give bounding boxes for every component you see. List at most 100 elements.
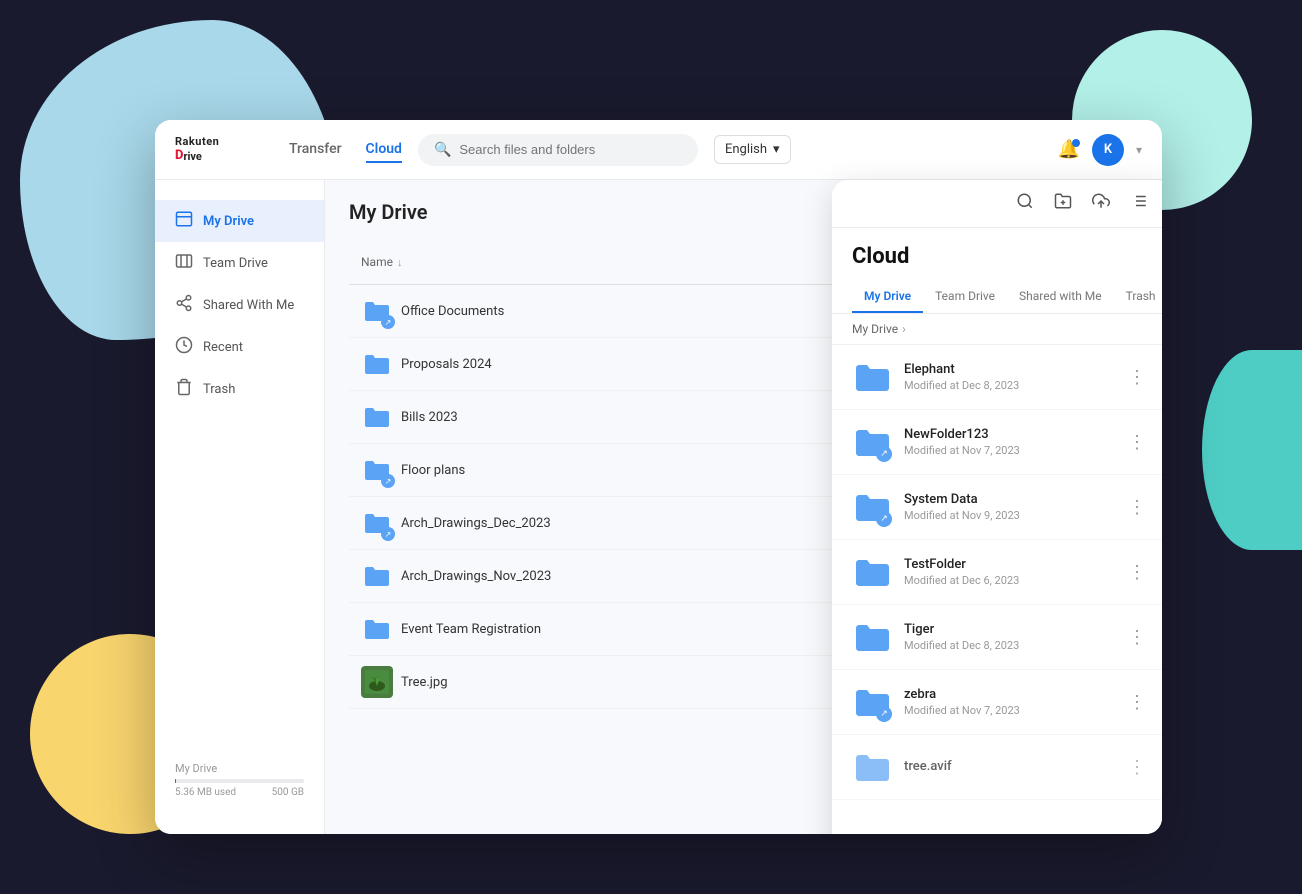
cloud-folder-icon [852, 617, 892, 657]
header: Rakuten Drive Transfer Cloud 🔍 English ▾… [155, 120, 1162, 180]
share-badge-icon: ↗ [381, 315, 395, 329]
cloud-items-list: Elephant Modified at Dec 8, 2023 ⋮ ↗ New… [832, 345, 1162, 834]
share-badge-icon: ↗ [381, 527, 395, 541]
bg-blob-green [1202, 350, 1302, 550]
logo-top: Rakuten [175, 135, 219, 148]
cloud-item-more-button[interactable]: ⋮ [1122, 495, 1152, 520]
cloud-upload-button[interactable] [1088, 188, 1114, 219]
cloud-item-more-button[interactable]: ⋮ [1122, 625, 1152, 650]
cloud-new-folder-button[interactable] [1050, 188, 1076, 219]
list-item[interactable]: ↗ System Data Modified at Nov 9, 2023 ⋮ [832, 475, 1162, 540]
cloud-sort-button[interactable] [1126, 188, 1152, 219]
list-item[interactable]: tree.avif ⋮ [832, 735, 1162, 800]
avatar[interactable]: K [1092, 134, 1124, 166]
share-badge-icon: ↗ [876, 706, 892, 722]
sidebar-item-recent[interactable]: Recent [155, 326, 324, 368]
list-item[interactable]: ↗ zebra Modified at Nov 7, 2023 ⋮ [832, 670, 1162, 735]
storage-total: 500 GB [272, 787, 304, 798]
cloud-item-more-button[interactable]: ⋮ [1122, 690, 1152, 715]
storage-bar-background [175, 779, 304, 783]
cloud-item-name: Elephant [904, 362, 1110, 377]
logo-d: D [175, 148, 183, 164]
cloud-item-date: Modified at Dec 8, 2023 [904, 639, 1110, 652]
cloud-item-name: zebra [904, 687, 1110, 702]
cloud-item-name: tree.avif [904, 759, 1110, 774]
cloud-folder-icon [852, 357, 892, 397]
notification-dot [1072, 139, 1080, 147]
cloud-item-date: Modified at Nov 9, 2023 [904, 509, 1110, 522]
list-item[interactable]: TestFolder Modified at Dec 6, 2023 ⋮ [832, 540, 1162, 605]
recent-icon [175, 336, 193, 358]
file-icon-shared-folder: ↗ [361, 507, 393, 539]
language-selector[interactable]: English ▾ [714, 135, 791, 164]
cloud-tab-shared[interactable]: Shared with Me [1007, 281, 1114, 313]
file-icon-folder [361, 560, 393, 592]
cloud-file-icon [852, 747, 892, 787]
sort-icon[interactable]: ↓ [397, 256, 403, 269]
file-icon-shared-folder: ↗ [361, 295, 393, 327]
cloud-tab-trash[interactable]: Trash [1114, 281, 1162, 313]
cloud-item-date: Modified at Dec 8, 2023 [904, 379, 1110, 392]
list-item[interactable]: ↗ NewFolder123 Modified at Nov 7, 2023 ⋮ [832, 410, 1162, 475]
notification-button[interactable]: 🔔 [1058, 139, 1080, 160]
search-input[interactable] [459, 142, 682, 157]
cloud-shared-folder-icon: ↗ [852, 422, 892, 462]
cloud-item-info: NewFolder123 Modified at Nov 7, 2023 [904, 427, 1110, 457]
file-icon-folder [361, 401, 393, 433]
list-item[interactable]: Elephant Modified at Dec 8, 2023 ⋮ [832, 345, 1162, 410]
share-badge-icon: ↗ [876, 511, 892, 527]
logo-bottom: Drive [175, 148, 219, 164]
cloud-item-info: zebra Modified at Nov 7, 2023 [904, 687, 1110, 717]
cloud-item-date: Modified at Dec 6, 2023 [904, 574, 1110, 587]
cloud-panel-toolbar [832, 180, 1162, 228]
sidebar-item-shared[interactable]: Shared With Me [155, 284, 324, 326]
sidebar-label-recent: Recent [203, 340, 243, 355]
share-badge-icon: ↗ [876, 446, 892, 462]
breadcrumb-item[interactable]: My Drive [852, 322, 898, 336]
logo-stack: Rakuten Drive [175, 135, 219, 164]
cloud-item-date: Modified at Nov 7, 2023 [904, 444, 1110, 457]
cloud-item-name: Tiger [904, 622, 1110, 637]
cloud-item-more-button[interactable]: ⋮ [1122, 365, 1152, 390]
list-item[interactable]: Tiger Modified at Dec 8, 2023 ⋮ [832, 605, 1162, 670]
header-nav: Transfer Cloud [289, 137, 402, 163]
cloud-item-name: System Data [904, 492, 1110, 507]
cloud-item-info: System Data Modified at Nov 9, 2023 [904, 492, 1110, 522]
search-icon: 🔍 [434, 142, 451, 158]
sidebar-item-my-drive[interactable]: My Drive [155, 200, 324, 242]
trash-icon [175, 378, 193, 400]
cloud-item-more-button[interactable]: ⋮ [1122, 560, 1152, 585]
cloud-item-info: Elephant Modified at Dec 8, 2023 [904, 362, 1110, 392]
breadcrumb: My Drive › [832, 314, 1162, 345]
col-name-header: Name ↓ [361, 255, 843, 269]
sidebar-label-my-drive: My Drive [203, 214, 254, 229]
cloud-item-date: Modified at Nov 7, 2023 [904, 704, 1110, 717]
header-actions: 🔔 K ▾ [1058, 134, 1142, 166]
my-drive-icon [175, 210, 193, 232]
cloud-item-more-button[interactable]: ⋮ [1122, 755, 1152, 780]
nav-tab-cloud[interactable]: Cloud [366, 137, 402, 163]
logo: Rakuten Drive [175, 135, 265, 164]
cloud-tabs: My Drive Team Drive Shared with Me Trash [852, 281, 1152, 313]
storage-numbers: 5.36 MB used 500 GB [175, 787, 304, 798]
cloud-item-info: Tiger Modified at Dec 8, 2023 [904, 622, 1110, 652]
chevron-down-icon: ▾ [773, 142, 780, 157]
cloud-tab-my-drive[interactable]: My Drive [852, 281, 923, 313]
chevron-down-icon-avatar: ▾ [1136, 143, 1142, 157]
file-icon-folder [361, 613, 393, 645]
cloud-item-more-button[interactable]: ⋮ [1122, 430, 1152, 455]
cloud-panel-title: Cloud [852, 244, 1152, 269]
cloud-item-info: tree.avif [904, 759, 1110, 776]
cloud-panel: Cloud My Drive Team Drive Shared with Me… [832, 180, 1162, 834]
cloud-panel-header: Cloud My Drive Team Drive Shared with Me… [832, 228, 1162, 314]
cloud-folder-icon [852, 552, 892, 592]
sidebar-item-team-drive[interactable]: Team Drive [155, 242, 324, 284]
cloud-search-button[interactable] [1012, 188, 1038, 219]
col-name-label: Name [361, 255, 393, 269]
cloud-item-info: TestFolder Modified at Dec 6, 2023 [904, 557, 1110, 587]
cloud-tab-team-drive[interactable]: Team Drive [923, 281, 1007, 313]
storage-drive-label: My Drive [175, 762, 304, 775]
sidebar-item-trash[interactable]: Trash [155, 368, 324, 410]
search-bar: 🔍 [418, 134, 698, 166]
nav-tab-transfer[interactable]: Transfer [289, 137, 342, 163]
